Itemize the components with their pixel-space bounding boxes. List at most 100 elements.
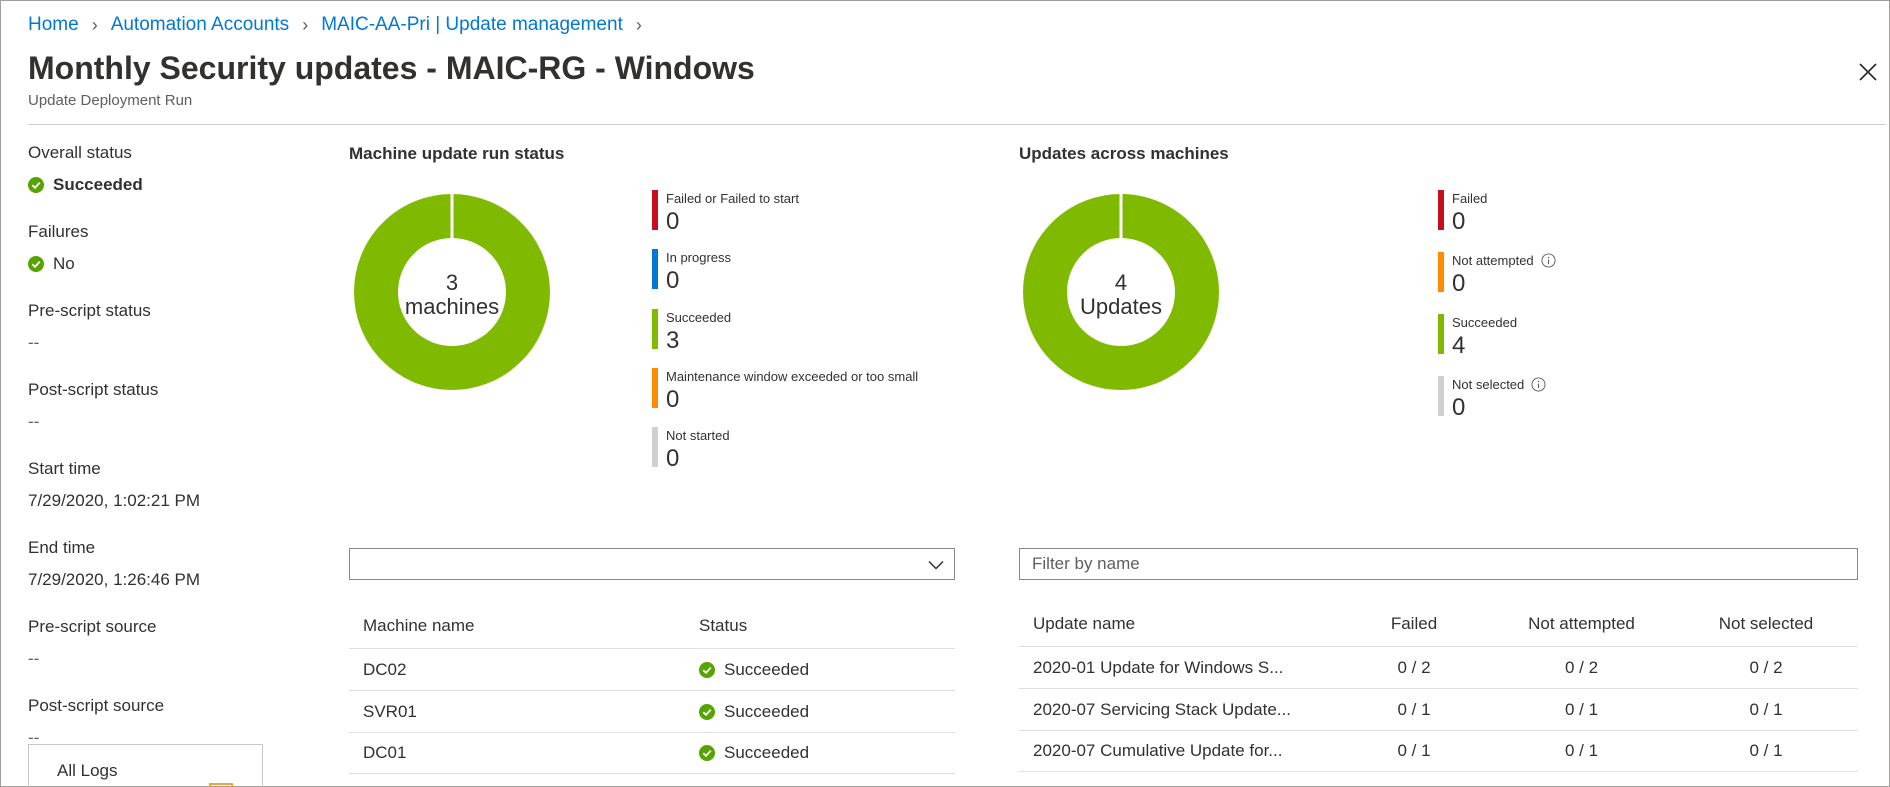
all-logs-tile[interactable]: All Logs bbox=[28, 744, 263, 787]
not-attempted-cell: 0 / 1 bbox=[1564, 699, 1599, 719]
column-header-not-attempted[interactable]: Not attempted bbox=[1489, 614, 1674, 634]
page-title: Monthly Security updates - MAIC-RG - Win… bbox=[28, 50, 755, 86]
legend-label: Not attempted bbox=[1452, 253, 1534, 268]
table-row[interactable]: DC02 Succeeded bbox=[349, 648, 955, 690]
column-header-update-name[interactable]: Update name bbox=[1019, 614, 1339, 634]
page-subtitle: Update Deployment Run bbox=[28, 92, 193, 109]
pre-script-source-property: Pre-script source -- bbox=[28, 617, 288, 693]
check-circle-icon bbox=[699, 703, 715, 720]
property-label: Pre-script status bbox=[28, 301, 151, 320]
failed-cell: 0 / 1 bbox=[1397, 699, 1431, 719]
legend-value: 0 bbox=[666, 445, 680, 472]
property-value: -- bbox=[28, 649, 40, 668]
info-icon[interactable] bbox=[1541, 253, 1556, 268]
property-label: Failures bbox=[28, 222, 89, 241]
property-value: No bbox=[28, 254, 288, 274]
check-circle-icon bbox=[28, 256, 44, 272]
close-icon bbox=[1859, 63, 1877, 81]
legend-label-row: Not selected bbox=[1452, 377, 1546, 392]
legend-bar bbox=[1438, 314, 1444, 354]
status-cell: Succeeded bbox=[685, 660, 955, 680]
property-value: 7/29/2020, 1:26:46 PM bbox=[28, 570, 201, 589]
legend-value: 0 bbox=[666, 267, 680, 294]
check-circle-icon bbox=[699, 745, 715, 761]
not-attempted-cell: 0 / 2 bbox=[1564, 657, 1599, 677]
not-selected-cell: 0 / 1 bbox=[1749, 699, 1783, 719]
breadcrumb-automation-accounts[interactable]: Automation Accounts bbox=[111, 14, 290, 36]
close-button[interactable] bbox=[1856, 60, 1880, 84]
legend-label: Succeeded bbox=[666, 310, 732, 325]
legend-bar bbox=[652, 309, 658, 349]
legend-value: 0 bbox=[1452, 270, 1466, 297]
not-selected-cell: 0 / 2 bbox=[1749, 657, 1783, 677]
update-name-cell: 2020-01 Update for Windows S... bbox=[1033, 657, 1284, 677]
end-time-property: End time 7/29/2020, 1:26:46 PM bbox=[28, 538, 288, 614]
all-logs-label: All Logs bbox=[57, 761, 118, 780]
legend-value: 0 bbox=[666, 208, 680, 235]
property-value: Succeeded bbox=[28, 175, 288, 195]
table-row[interactable]: DC01 Succeeded bbox=[349, 732, 955, 774]
machine-name-cell: SVR01 bbox=[363, 701, 417, 721]
updates-status-title: Updates across machines bbox=[1019, 144, 1229, 163]
chevron-right-icon: › bbox=[302, 14, 309, 35]
column-header-not-selected[interactable]: Not selected bbox=[1674, 614, 1858, 634]
legend-bar bbox=[1438, 252, 1444, 292]
machine-status-title: Machine update run status bbox=[349, 144, 565, 163]
overall-status-property: Overall status Succeeded bbox=[28, 143, 288, 219]
column-header-status[interactable]: Status bbox=[685, 616, 955, 636]
column-header-failed[interactable]: Failed bbox=[1339, 614, 1489, 634]
updates-count: 4 bbox=[1114, 270, 1128, 295]
overall-status-value: Succeeded bbox=[53, 175, 143, 194]
property-value: -- bbox=[28, 333, 40, 352]
status-cell: Succeeded bbox=[685, 702, 955, 722]
filter-by-name-input[interactable] bbox=[1019, 548, 1858, 580]
legend-label: Failed bbox=[1452, 191, 1488, 206]
property-label: Post-script status bbox=[28, 380, 159, 399]
legend-label-row: Not attempted bbox=[1452, 253, 1556, 268]
logs-icon bbox=[209, 783, 233, 787]
legend-bar bbox=[652, 249, 658, 289]
property-value: 7/29/2020, 1:02:21 PM bbox=[28, 491, 201, 510]
table-row[interactable]: 2020-01 Update for Windows S... 0 / 2 0 … bbox=[1019, 646, 1858, 688]
table-row[interactable]: 2020-07 Servicing Stack Update... 0 / 1 … bbox=[1019, 688, 1858, 730]
breadcrumb-home[interactable]: Home bbox=[28, 14, 79, 36]
info-icon[interactable] bbox=[1531, 377, 1546, 392]
property-label: Post-script source bbox=[28, 696, 165, 715]
legend-label: Not started bbox=[666, 428, 730, 443]
status-text: Succeeded bbox=[724, 659, 810, 679]
legend-bar bbox=[1438, 190, 1444, 230]
status-cell: Succeeded bbox=[685, 743, 955, 763]
properties-panel: Overall status Succeeded Failures No Pre… bbox=[28, 140, 288, 772]
legend-value: 4 bbox=[1452, 332, 1466, 359]
updates-unit: Updates bbox=[1080, 294, 1162, 319]
not-selected-cell: 0 / 1 bbox=[1749, 741, 1783, 760]
start-time-property: Start time 7/29/2020, 1:02:21 PM bbox=[28, 459, 288, 535]
table-header-row: Machine name Status bbox=[349, 604, 955, 648]
column-header-machine-name[interactable]: Machine name bbox=[349, 616, 685, 636]
legend-label: Maintenance window exceeded or too small bbox=[666, 369, 919, 384]
failed-cell: 0 / 1 bbox=[1397, 741, 1431, 760]
breadcrumb-update-management[interactable]: MAIC-AA-Pri | Update management bbox=[321, 14, 623, 36]
property-label: Overall status bbox=[28, 143, 132, 162]
table-row[interactable]: 2020-07 Cumulative Update for... 0 / 1 0… bbox=[1019, 730, 1858, 772]
legend-label: In progress bbox=[666, 250, 732, 265]
property-label: Pre-script source bbox=[28, 617, 157, 636]
machine-name-cell: DC01 bbox=[363, 743, 407, 762]
table-row[interactable]: SVR01 Succeeded bbox=[349, 690, 955, 732]
machine-status-dropdown[interactable] bbox=[349, 548, 955, 580]
update-name-cell: 2020-07 Cumulative Update for... bbox=[1033, 741, 1283, 760]
breadcrumb: Home › Automation Accounts › MAIC-AA-Pri… bbox=[28, 14, 655, 36]
legend-bar bbox=[652, 427, 658, 467]
legend-bar bbox=[652, 190, 658, 230]
status-text: Succeeded bbox=[724, 701, 810, 721]
failures-value: No bbox=[53, 254, 75, 273]
status-text: Succeeded bbox=[724, 743, 810, 762]
property-value: -- bbox=[28, 412, 40, 431]
machine-count: 3 bbox=[445, 270, 459, 295]
failures-property: Failures No bbox=[28, 222, 288, 298]
legend-value: 0 bbox=[1452, 208, 1466, 235]
legend-value: 0 bbox=[1452, 394, 1466, 421]
updates-donut-label: 4 Updates bbox=[1023, 271, 1219, 319]
update-name-cell: 2020-07 Servicing Stack Update... bbox=[1033, 699, 1291, 719]
legend-value: 0 bbox=[666, 386, 680, 413]
